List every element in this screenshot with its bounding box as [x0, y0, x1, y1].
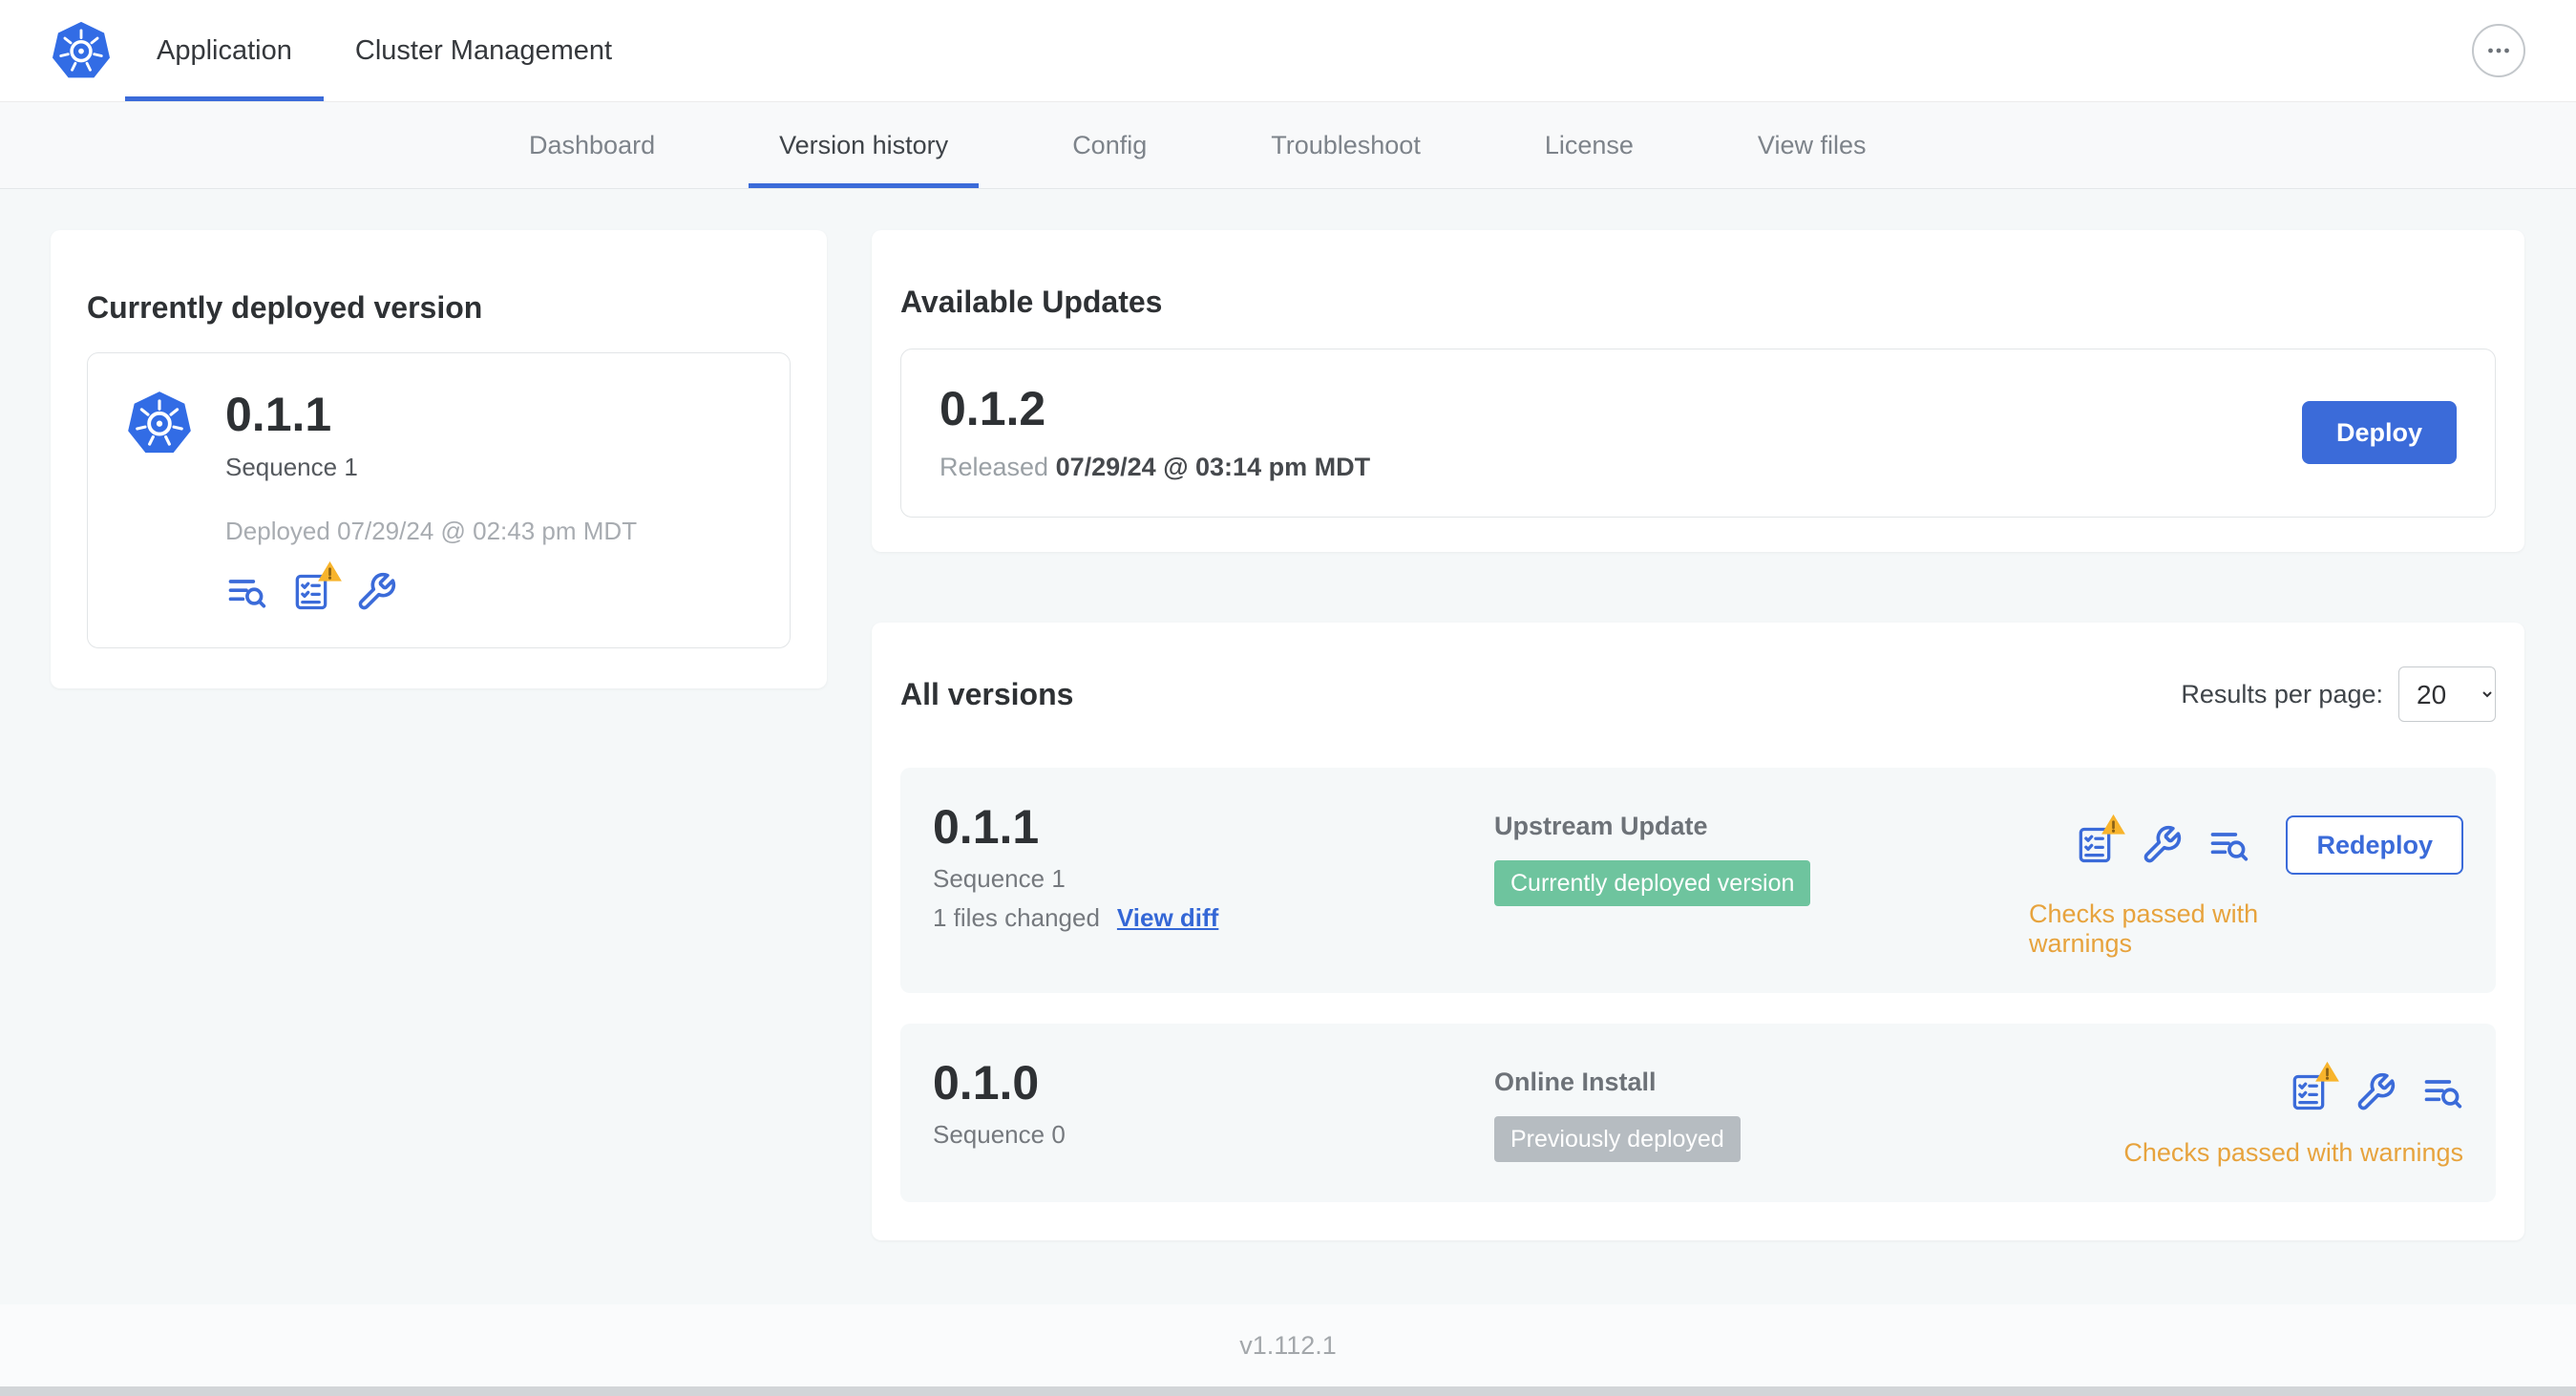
files-changed-label: 1 files changed — [933, 902, 1100, 932]
tab-cluster-management[interactable]: Cluster Management — [324, 0, 644, 101]
current-version-action-icons — [225, 561, 751, 613]
row-version-number: 0.1.1 — [933, 800, 1040, 855]
update-row: 0.1.2 Released 07/29/24 @ 03:14 pm MDT D… — [900, 348, 2496, 518]
version-row: 0.1.1 Sequence 1 1 files changed View di… — [900, 768, 2496, 994]
results-per-page-label: Results per page: — [2181, 679, 2383, 709]
update-version-number: 0.1.2 — [940, 381, 1046, 435]
redeploy-button[interactable]: Redeploy — [2286, 815, 2463, 876]
edit-config-icon[interactable] — [355, 571, 397, 613]
row-sequence: Sequence 1 — [933, 863, 1066, 893]
row-source-label: Upstream Update — [1494, 812, 1708, 841]
kubernetes-logo-icon — [51, 20, 112, 81]
preflight-checks-icon[interactable] — [2288, 1061, 2339, 1113]
current-version-deployed-date: Deployed 07/29/24 @ 02:43 pm MDT — [225, 517, 638, 546]
row-version-number: 0.1.0 — [933, 1056, 1040, 1110]
preflight-checks-icon[interactable] — [2074, 814, 2126, 866]
logs-icon[interactable] — [225, 571, 267, 613]
preflight-checks-icon[interactable] — [290, 561, 342, 613]
deployed-status-badge: Previously deployed — [1494, 1116, 1741, 1163]
edit-config-icon[interactable] — [2141, 824, 2183, 866]
nav-item-view-files[interactable]: View files — [1727, 102, 1897, 188]
ellipsis-icon — [2488, 48, 2509, 53]
tab-cluster-management-label: Cluster Management — [354, 34, 613, 66]
app-footer: v1.112.1 — [0, 1304, 2576, 1386]
currently-deployed-inner-card: 0.1.1 Sequence 1 Deployed 07/29/24 @ 02:… — [87, 351, 791, 649]
nav-item-license[interactable]: License — [1514, 102, 1664, 188]
released-label: Released — [940, 453, 1049, 482]
all-versions-title: All versions — [900, 676, 1074, 711]
row-source-label: Online Install — [1494, 1068, 1657, 1097]
current-version-number: 0.1.1 — [225, 387, 332, 441]
logs-icon[interactable] — [2207, 824, 2249, 866]
edit-config-icon[interactable] — [2354, 1071, 2397, 1113]
checks-status-text: Checks passed with warnings — [2029, 899, 2259, 959]
logs-icon[interactable] — [2421, 1071, 2463, 1113]
row-sequence: Sequence 0 — [933, 1119, 1066, 1149]
deploy-button[interactable]: Deploy — [2301, 401, 2457, 465]
window-bottom-edge — [0, 1386, 2576, 1396]
app-root: Application Cluster Management Dashboard… — [0, 0, 2576, 1396]
tab-application-label: Application — [157, 34, 292, 66]
kubernetes-app-icon — [126, 390, 193, 456]
right-column: Available Updates 0.1.2 Released 07/29/2… — [872, 230, 2524, 1241]
nav-item-config-label: Config — [1072, 130, 1148, 159]
console-version: v1.112.1 — [1239, 1330, 1337, 1360]
warning-triangle-icon — [317, 559, 343, 584]
nav-item-license-label: License — [1544, 130, 1634, 159]
current-version-sequence: Sequence 1 — [225, 453, 358, 482]
currently-deployed-card: Currently deployed version 0.1.1 Sequenc… — [51, 230, 827, 689]
nav-item-troubleshoot[interactable]: Troubleshoot — [1240, 102, 1451, 188]
nav-item-version-history-label: Version history — [779, 130, 949, 159]
more-options-button[interactable] — [2472, 24, 2525, 77]
tab-application[interactable]: Application — [125, 0, 324, 101]
nav-item-view-files-label: View files — [1757, 130, 1867, 159]
available-updates-title: Available Updates — [900, 284, 1163, 319]
top-tabs: Application Cluster Management — [125, 0, 644, 101]
released-date: 07/29/24 @ 03:14 pm MDT — [1055, 453, 1371, 482]
available-updates-card: Available Updates 0.1.2 Released 07/29/2… — [872, 230, 2524, 553]
view-diff-link[interactable]: View diff — [1117, 903, 1218, 933]
results-per-page: Results per page: 20 — [2181, 666, 2496, 723]
app-subnav: Dashboard Version history Config Trouble… — [0, 102, 2576, 189]
results-per-page-select[interactable]: 20 — [2398, 666, 2496, 723]
nav-item-troubleshoot-label: Troubleshoot — [1271, 130, 1421, 159]
warning-triangle-icon — [2101, 812, 2126, 837]
nav-item-dashboard-label: Dashboard — [529, 130, 656, 159]
all-versions-card: All versions Results per page: 20 0.1.1 … — [872, 623, 2524, 1241]
nav-item-dashboard[interactable]: Dashboard — [498, 102, 686, 188]
version-row: 0.1.0 Sequence 0 Online Install Previous… — [900, 1024, 2496, 1203]
nav-item-config[interactable]: Config — [1042, 102, 1177, 188]
update-released-line: Released 07/29/24 @ 03:14 pm MDT — [940, 453, 1370, 482]
app-header: Application Cluster Management — [0, 0, 2576, 102]
nav-item-version-history[interactable]: Version history — [749, 102, 980, 188]
deployed-status-badge: Currently deployed version — [1494, 860, 1811, 907]
currently-deployed-title: Currently deployed version — [87, 289, 483, 325]
warning-triangle-icon — [2314, 1059, 2340, 1085]
checks-status-text: Checks passed with warnings — [2123, 1138, 2463, 1168]
